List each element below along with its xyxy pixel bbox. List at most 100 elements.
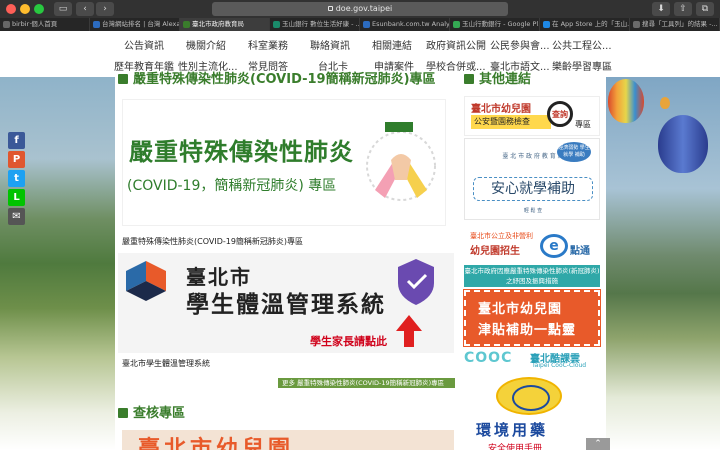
hot-air-balloon-image xyxy=(608,79,644,123)
browser-tab[interactable]: birbir·個人首頁 xyxy=(0,18,90,31)
minimize-window-icon[interactable] xyxy=(20,4,30,14)
temperature-banner-name: 學生體溫管理系統 xyxy=(186,292,386,318)
browser-tab-label: 臺北市政府教育局 xyxy=(192,20,244,28)
other-links-title-text: 其他連結 xyxy=(479,72,532,87)
kindergarten-enroll-link[interactable]: 臺北市公立及非營利 幼兒園招生 e 點通 xyxy=(464,228,600,262)
sidebar-toggle-icon[interactable]: ▭ xyxy=(54,2,72,16)
zoom-window-icon[interactable] xyxy=(34,4,44,14)
nav-item[interactable]: 樂齡學習專區 xyxy=(552,58,612,73)
section-icon xyxy=(464,74,474,84)
line-share-icon[interactable]: L xyxy=(8,189,25,206)
kindergarten-allowance-link[interactable]: 臺北市幼兒園 津貼補助一點靈 xyxy=(463,289,601,347)
cube-logo-icon xyxy=(126,261,166,301)
magnifier-icon: 查詢 xyxy=(547,101,573,127)
browser-tab[interactable]: 台灣網站排名 | 台灣 Alexa ... xyxy=(90,18,180,31)
nav-item[interactable]: 公共工程公... xyxy=(552,37,612,52)
arrow-up-icon xyxy=(396,315,422,347)
covid-relief-link[interactable]: 臺北市政府因應嚴重特殊傳染性肺炎(新冠肺炎)之紓困及振興措施 xyxy=(464,265,600,287)
environment-title: 環境用藥 xyxy=(476,421,549,439)
nav-item[interactable]: 相關連結 xyxy=(372,37,412,52)
audit-section-title-text: 查核專區 xyxy=(133,406,186,421)
kindergarten-check-link[interactable]: 臺北市幼兒園 公安暨園務檢查 查詢 專區 xyxy=(464,96,600,136)
browser-tab-label: birbir·個人首頁 xyxy=(12,20,58,28)
twitter-share-icon[interactable]: t xyxy=(8,170,25,187)
shield-check-icon xyxy=(398,259,434,305)
scroll-to-top-button[interactable]: ⌃ xyxy=(586,438,610,450)
nav-item[interactable]: 聯絡資訊 xyxy=(310,37,350,52)
environment-pesticide-link[interactable]: 環境用藥 安全使用手冊 xyxy=(464,375,600,450)
cooc-cloud-link[interactable]: COOC 臺北酷課雲 Taipei CooC-Cloud xyxy=(464,348,600,370)
kindergarten-check-title: 臺北市幼兒園 xyxy=(471,104,531,115)
facebook-share-icon[interactable]: f xyxy=(8,132,25,149)
temperature-system-banner[interactable]: 臺北市 學生體溫管理系統 學生家長請點此 xyxy=(118,253,454,353)
allowance-line2: 津貼補助一點靈 xyxy=(478,323,577,338)
browser-tab-label: 台灣網站排名 | 台灣 Alexa ... xyxy=(102,20,180,28)
enroll-line1: 臺北市公立及非營利 xyxy=(470,232,533,240)
covid-banner-caption[interactable]: 嚴重特殊傳染性肺炎(COVID-19簡稱新冠肺炎)專區 xyxy=(122,236,303,247)
browser-tab-label: 搜尋「工具列」的結果 -... xyxy=(642,20,718,28)
cooc-subtitle: Taipei CooC-Cloud xyxy=(532,362,587,369)
allowance-line1: 臺北市幼兒園 xyxy=(478,302,563,317)
tab-favicon-icon xyxy=(363,21,370,28)
plurk-share-icon[interactable]: P xyxy=(8,151,25,168)
browser-tab-label: 玉山行動銀行 - Google Pl... xyxy=(462,20,540,28)
browser-tab[interactable]: 玉山行動銀行 - Google Pl... xyxy=(450,18,540,31)
temperature-banner-caption[interactable]: 臺北市學生體溫管理系統 xyxy=(122,358,210,369)
browser-tab-label: Esunbank.com.tw Analyti... xyxy=(372,20,450,28)
browser-tab[interactable]: 搜尋「工具列」的結果 -... xyxy=(630,18,720,31)
subsidy-title: 安心就學補助 xyxy=(473,177,593,201)
nav-item[interactable]: 機關介紹 xyxy=(186,37,226,52)
nav-item[interactable]: 科室業務 xyxy=(248,37,288,52)
close-window-icon[interactable] xyxy=(6,4,16,14)
nav-item[interactable]: 公告資訊 xyxy=(124,37,164,52)
covid-banner-subtitle: (COVID-19，簡稱新冠肺炎) 專區 xyxy=(127,178,337,194)
kindergarten-audit-banner[interactable]: 臺北市幼兒園 xyxy=(122,430,454,450)
browser-titlebar: ▭ ‹ › doe.gov.taipei ⬇ ⇧ ⧉ xyxy=(0,0,720,18)
section-icon xyxy=(118,74,128,84)
tab-favicon-icon xyxy=(543,21,550,28)
browser-tab-label: 在 App Store 上的「玉山... xyxy=(552,20,630,28)
background-scenery-right xyxy=(606,77,720,450)
covid-banner[interactable]: 嚴重特殊傳染性肺炎 (COVID-19，簡稱新冠肺炎) 專區 xyxy=(122,99,446,226)
section-icon xyxy=(118,408,128,418)
address-url: doe.gov.taipei xyxy=(335,4,393,13)
school-subsidy-link[interactable]: 臺 北 市 政 府 教 育 局 經濟弱勢 學生就學 補助 安心就學補助 輕 鬆 … xyxy=(464,138,600,220)
kindergarten-check-tag: 公安暨園務檢查 xyxy=(471,115,551,129)
e-logo-icon: e xyxy=(540,234,568,258)
hot-air-balloon-image xyxy=(658,115,708,173)
cooc-logo: COOC xyxy=(464,350,513,366)
nav-item[interactable]: 政府資訊公開 xyxy=(426,37,486,52)
tab-favicon-icon xyxy=(93,21,100,28)
more-covid-link[interactable]: 更多 嚴重特殊傳染性肺炎(COVID-19簡稱新冠肺炎)專區 xyxy=(278,378,455,388)
browser-tab[interactable]: Esunbank.com.tw Analyti... xyxy=(360,18,450,31)
browser-tab-label: 玉山銀行 數位生活好康 - ... xyxy=(282,20,360,28)
share-icon[interactable]: ⇧ xyxy=(674,2,692,16)
other-links-title: 其他連結 xyxy=(464,68,531,87)
lock-icon xyxy=(327,6,333,11)
email-share-icon[interactable]: ✉ xyxy=(8,208,25,225)
audit-section-title: 查核專區 xyxy=(118,402,185,421)
tab-favicon-icon xyxy=(633,21,640,28)
covid-banner-title: 嚴重特殊傳染性肺炎 xyxy=(129,138,354,166)
back-icon[interactable]: ‹ xyxy=(76,2,94,16)
tabs-overview-icon[interactable]: ⧉ xyxy=(696,2,714,16)
tab-bar: birbir·個人首頁 台灣網站排名 | 台灣 Alexa ... 臺北市政府教育局… xyxy=(0,18,720,31)
browser-tab[interactable]: 臺北市政府教育局 xyxy=(180,18,270,31)
tab-favicon-icon xyxy=(183,21,190,28)
download-icon[interactable]: ⬇ xyxy=(652,2,670,16)
hands-together-icon xyxy=(366,122,436,201)
address-bar[interactable]: doe.gov.taipei xyxy=(212,2,508,16)
parent-login-link[interactable]: 學生家長請點此 xyxy=(310,333,387,349)
browser-tab[interactable]: 在 App Store 上的「玉山... xyxy=(540,18,630,31)
magnifier-label: 查詢 xyxy=(552,110,568,119)
subsidy-badge: 經濟弱勢 學生就學 補助 xyxy=(557,142,591,162)
forward-icon[interactable]: › xyxy=(96,2,114,16)
subsidy-note: 輕 鬆 查 xyxy=(523,208,543,214)
nav-item[interactable]: 公民參與會... xyxy=(490,37,550,52)
browser-tab[interactable]: 玉山銀行 數位生活好康 - ... xyxy=(270,18,360,31)
covid-section-title-text: 嚴重特殊傳染性肺炎(COVID-19簡稱新冠肺炎)專區 xyxy=(133,72,436,87)
tab-favicon-icon xyxy=(273,21,280,28)
environment-subtitle: 安全使用手冊 xyxy=(488,444,543,450)
kindergarten-check-suffix: 專區 xyxy=(575,120,591,129)
tab-favicon-icon xyxy=(453,21,460,28)
